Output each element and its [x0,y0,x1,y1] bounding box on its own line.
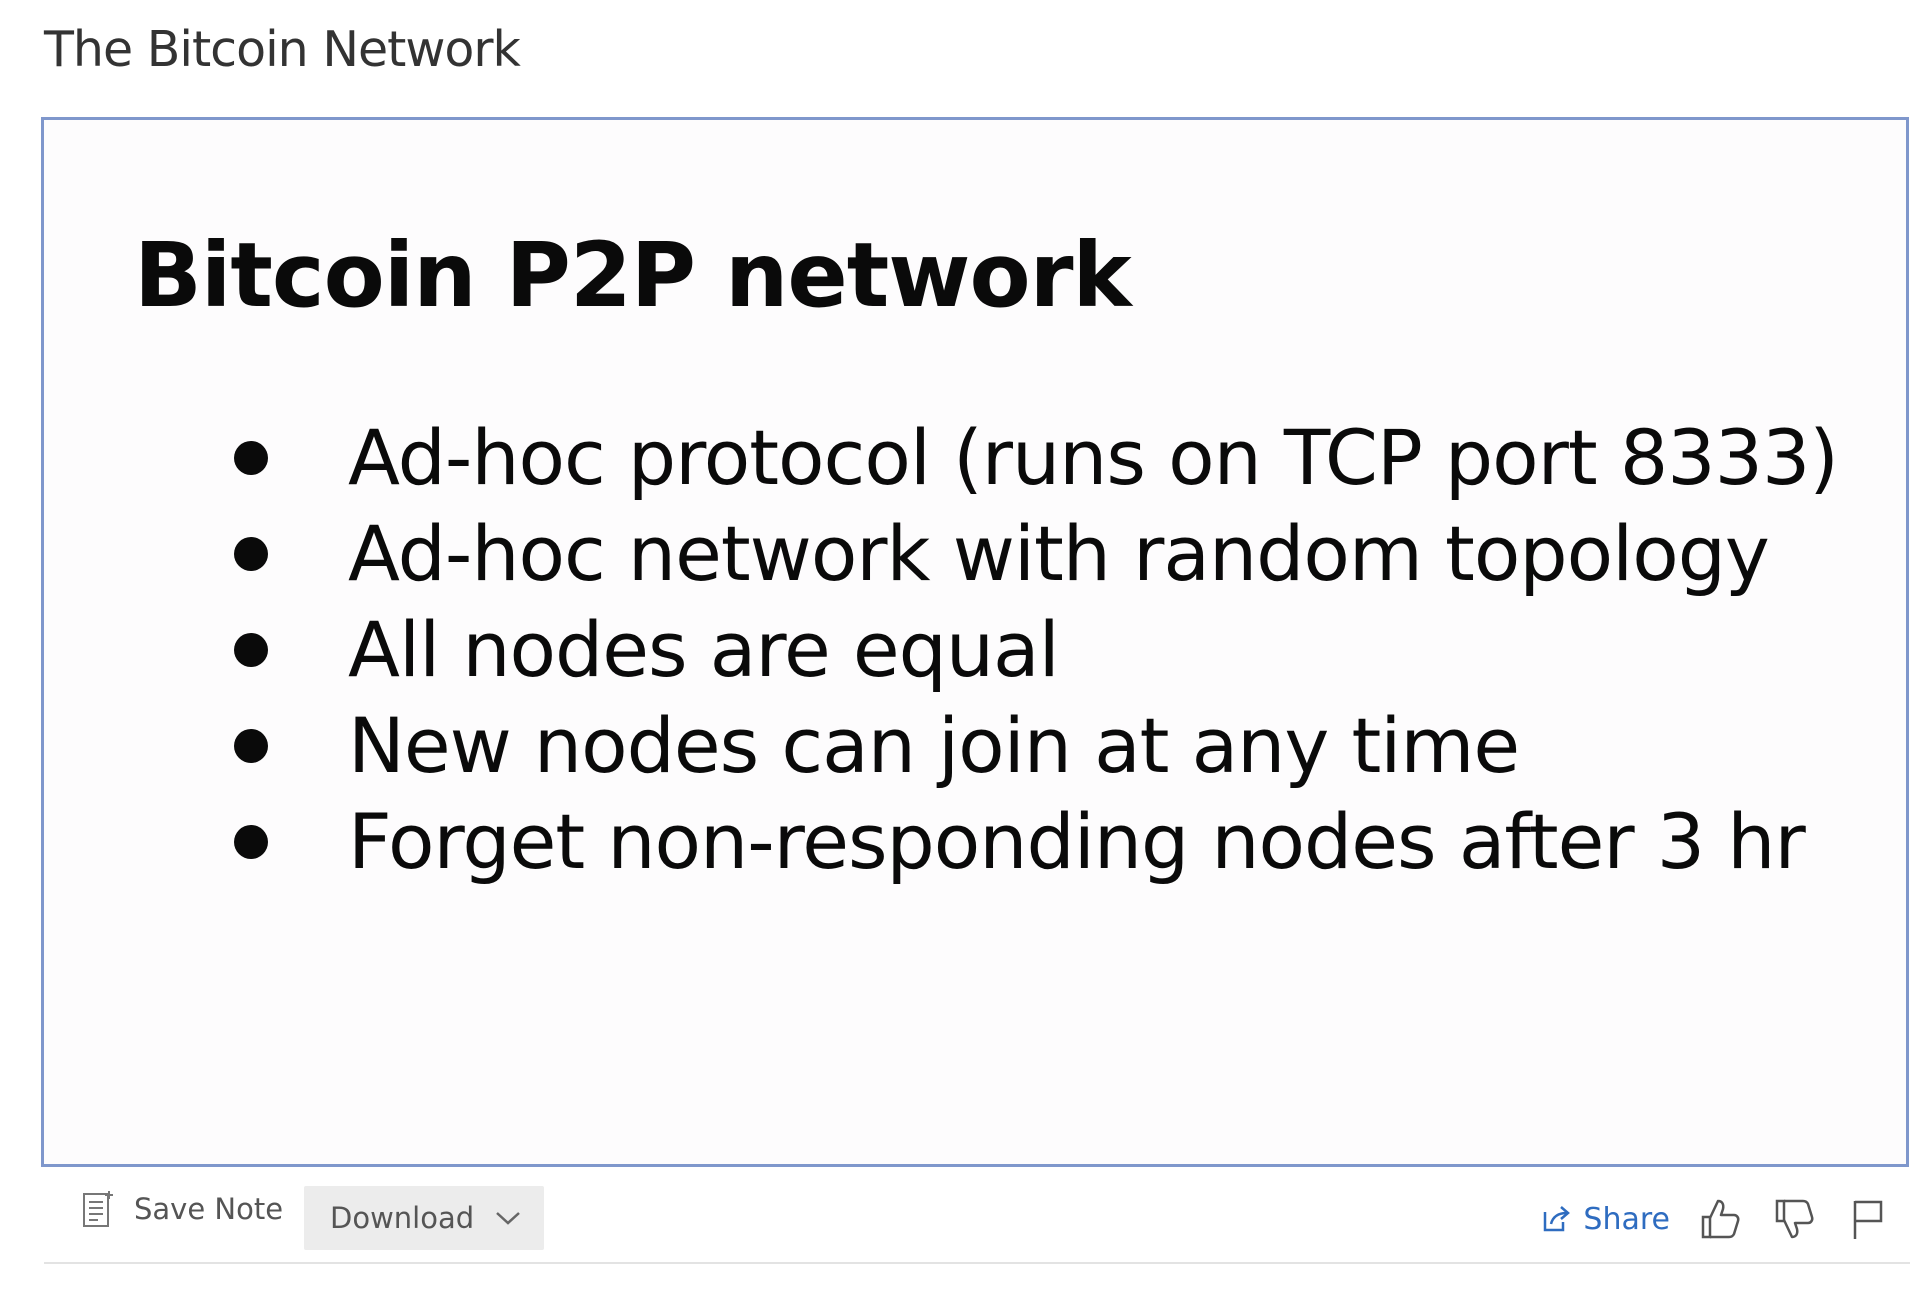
slide-bullet: Ad-hoc network with random topology [234,506,1838,602]
slide-bullet-text: Ad-hoc protocol (runs on TCP port 8333) [348,413,1839,502]
save-note-button[interactable]: Save Note [82,1190,283,1228]
thumbs-up-icon [1701,1199,1740,1239]
slide-bullet-list: Ad-hoc protocol (runs on TCP port 8333) … [234,410,1839,890]
slide-bullet-text: New nodes can join at any time [348,701,1520,790]
dislike-button[interactable] [1772,1195,1816,1243]
flag-icon [1853,1200,1883,1239]
save-note-label: Save Note [134,1192,284,1226]
toolbar-divider [44,1262,1910,1264]
like-button[interactable] [1698,1195,1742,1243]
slide-viewer: Bitcoin P2P network Ad-hoc protocol (run… [41,117,1909,1167]
bullet-dot-icon [234,537,268,571]
slide-toolbar: Save Note Download Share [44,1178,1910,1260]
bullet-dot-icon [234,441,268,475]
thumbs-down-icon [1775,1199,1814,1239]
flag-button[interactable] [1846,1195,1890,1243]
slide-heading: Bitcoin P2P network [134,223,1132,327]
note-icon [83,1191,113,1227]
social-actions: Share [1541,1192,1910,1246]
share-icon [1544,1206,1571,1232]
slide-bullet-text: Ad-hoc network with random topology [348,509,1770,598]
share-button[interactable]: Share [1541,1202,1670,1237]
bullet-dot-icon [234,825,268,859]
slide-bullet: New nodes can join at any time [234,698,1838,794]
share-label: Share [1583,1201,1670,1237]
bullet-dot-icon [234,729,268,763]
slide-bullet: All nodes are equal [234,602,1838,698]
slide-bullet: Forget non-responding nodes after 3 hr [234,794,1838,890]
page-title: The Bitcoin Network [44,21,521,78]
slide-bullet-text: Forget non-responding nodes after 3 hr [348,797,1806,886]
slide-bullet-text: All nodes are equal [348,605,1060,694]
bullet-dot-icon [234,633,268,667]
slide-bullet: Ad-hoc protocol (runs on TCP port 8333) [234,410,1839,506]
chevron-down-icon [496,1212,520,1225]
download-label: Download [330,1201,475,1235]
download-button[interactable]: Download [304,1186,544,1250]
